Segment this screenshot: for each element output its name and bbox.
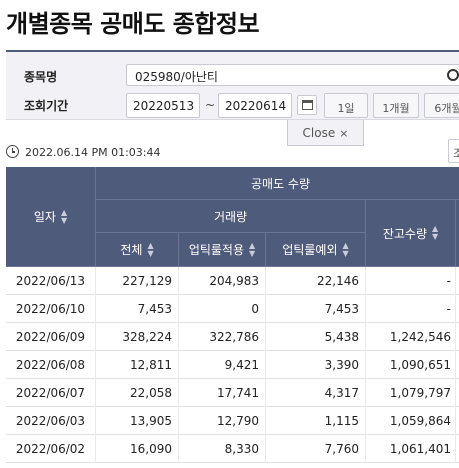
cell-balance: 1,090,651 [366,351,456,379]
header-date[interactable]: 일자 ▲ ▼ [6,167,96,267]
cell-uptick-applied: 0 [179,295,266,323]
calendar-icon [302,100,313,110]
cell-uptick-exempt: 3,390 [266,351,366,379]
cell-date: 2022/06/02 [6,435,96,463]
cell-uptick-exempt: 5,438 [266,323,366,351]
cell-balance: - [366,295,456,323]
header-balance[interactable]: 잔고수량 ▲ ▼ [366,200,456,267]
header-uptick-exempt[interactable]: 업틱룰예외 ▲ ▼ [266,233,366,267]
right-select[interactable]: 조 [448,139,459,163]
cell-uptick-exempt: 4,317 [266,379,366,407]
sort-icon[interactable]: ▲ ▼ [432,225,438,241]
cell-total: 328,224 [96,323,179,351]
cell-balance: - [366,267,456,295]
cell-balance: 1,061,401 [366,435,456,463]
table-row[interactable]: 2022/06/08 12,811 9,421 3,390 1,090,651 [6,351,459,379]
sort-icon[interactable]: ▲ ▼ [343,241,349,258]
header-trade-volume-label: 거래량 [213,209,248,224]
cell-balance: 1,079,797 [366,379,456,407]
cell-uptick-exempt: 1,115 [266,407,366,435]
table-row[interactable]: 2022/06/09 328,224 322,786 5,438 1,242,5… [6,323,459,351]
date-separator: ~ [205,98,216,112]
cell-date: 2022/06/10 [6,295,96,323]
table-row[interactable]: 2022/06/07 22,058 17,741 4,317 1,079,797 [6,379,459,407]
header-balance-label: 잔고수량 [382,226,427,241]
sort-icon[interactable]: ▲ ▼ [147,241,153,258]
cell-uptick-applied: 9,421 [179,351,266,379]
cell-date: 2022/06/08 [6,351,96,379]
header-short-volume-label: 공매도 수량 [250,176,310,191]
period-label: 조회기간 [24,99,69,113]
cell-uptick-applied: 17,741 [179,379,266,407]
header-uptick-applied-label: 업틱룰적용 [188,243,245,257]
cell-uptick-applied: 204,983 [179,267,266,295]
end-date-input[interactable]: 20220614 [218,93,292,118]
cell-uptick-exempt: 7,760 [266,435,366,463]
close-label: Close [302,126,336,140]
cell-total: 7,453 [96,295,179,323]
clock-icon [6,145,19,158]
cell-total: 13,905 [96,407,179,435]
close-icon: × [339,127,349,140]
timestamp: 2022.06.14 PM 01:03:44 [25,146,161,159]
header-trade-volume: 거래량 [96,200,366,233]
table-row[interactable]: 2022/06/13 227,129 204,983 22,146 - [6,267,459,295]
cell-total: 12,811 [96,351,179,379]
stock-name-label: 종목명 [24,70,58,84]
search-panel: 종목명 025980/아난티 조회기간 20220513 ~ 20220614 … [6,50,459,120]
search-icon[interactable] [447,69,459,81]
cell-uptick-exempt: 22,146 [266,267,366,295]
cell-total: 22,058 [96,379,179,407]
period-6-month-button[interactable]: 6개월 [424,93,459,118]
calendar-button[interactable] [297,95,317,115]
period-1-day-button[interactable]: 1일 [324,93,368,118]
cell-date: 2022/06/13 [6,267,96,295]
page-title: 개별종목 공매도 종합정보 [6,10,260,38]
start-date-input[interactable]: 20220513 [126,93,200,118]
cell-balance: 1,242,546 [366,323,456,351]
cell-uptick-applied: 12,790 [179,407,266,435]
sort-icon[interactable]: ▲ ▼ [249,241,255,258]
header-uptick-applied[interactable]: 업틱룰적용 ▲ ▼ [179,233,266,267]
header-uptick-exempt-label: 업틱룰예외 [282,243,338,257]
cell-uptick-applied: 322,786 [179,323,266,351]
period-1-month-button[interactable]: 1개월 [373,93,419,118]
header-short-volume: 공매도 수량 [96,167,459,200]
cell-total: 16,090 [96,435,179,463]
header-total[interactable]: 전체 ▲ ▼ [96,233,179,267]
cell-total: 227,129 [96,267,179,295]
cell-uptick-exempt: 7,453 [266,295,366,323]
close-button[interactable]: Close × [287,120,364,146]
cell-date: 2022/06/03 [6,407,96,435]
cell-date: 2022/06/07 [6,379,96,407]
header-date-label: 일자 [33,210,56,224]
stock-search-input[interactable]: 025980/아난티 [126,64,459,86]
sort-icon[interactable]: ▲ ▼ [61,208,67,225]
cell-balance: 1,059,864 [366,407,456,435]
table-row[interactable]: 2022/06/02 16,090 8,330 7,760 1,061,401 [6,435,459,463]
cell-date: 2022/06/09 [6,323,96,351]
table-row[interactable]: 2022/06/10 7,453 0 7,453 - [6,295,459,323]
cell-uptick-applied: 8,330 [179,435,266,463]
header-total-label: 전체 [120,243,143,257]
table-row[interactable]: 2022/06/03 13,905 12,790 1,115 1,059,864 [6,407,459,435]
stock-search-value: 025980/아난티 [135,70,218,84]
